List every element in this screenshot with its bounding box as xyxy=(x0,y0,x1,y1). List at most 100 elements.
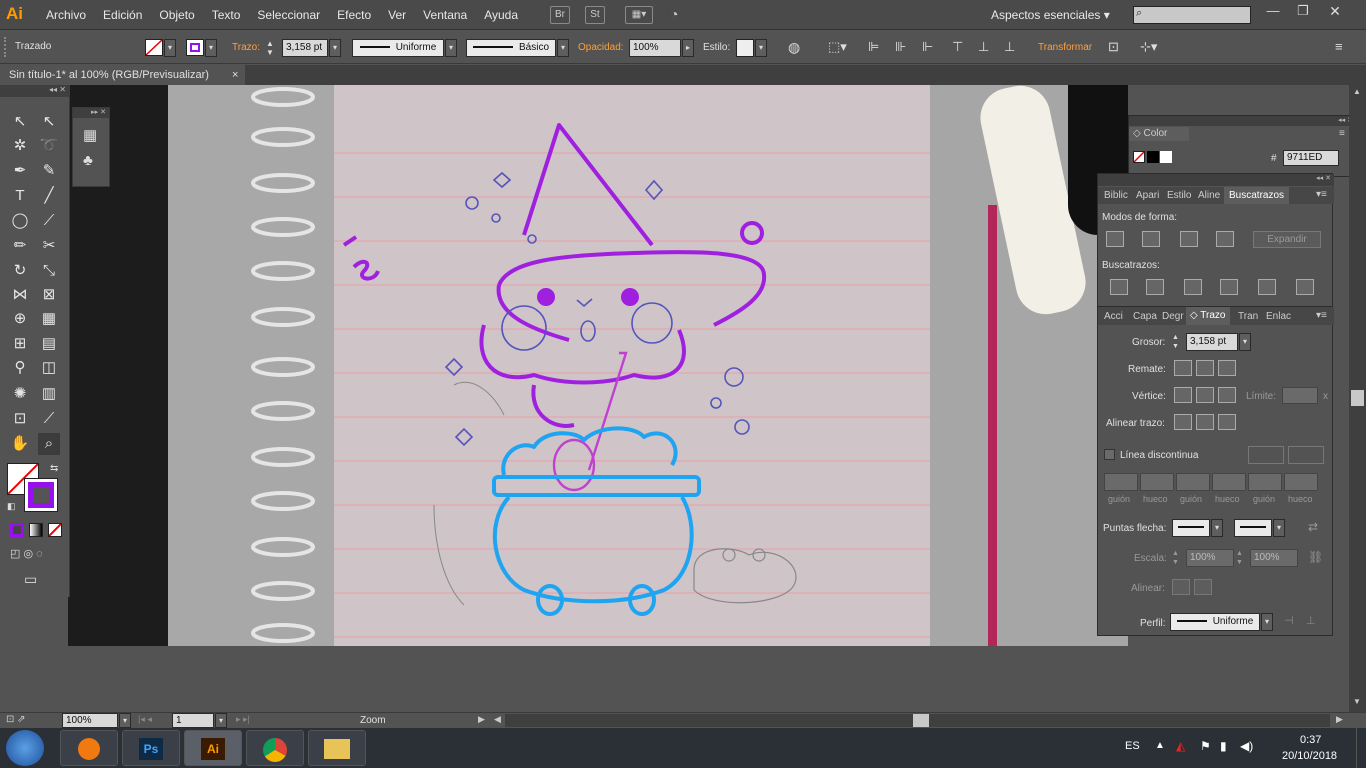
mesh-tool-icon[interactable]: ⊞ xyxy=(9,333,31,355)
end-arrowhead-select[interactable] xyxy=(1234,519,1272,537)
artboard-tool-icon[interactable]: ⊡ xyxy=(9,408,31,430)
workspace-switcher[interactable]: Aspectos esenciales ▾ xyxy=(991,8,1110,22)
tab-estilo[interactable]: Estilo xyxy=(1167,190,1191,201)
dashed-line-checkbox[interactable] xyxy=(1104,449,1115,460)
black-swatch[interactable] xyxy=(1147,151,1159,163)
vertical-scroll-thumb[interactable] xyxy=(1351,390,1364,406)
intersect-icon[interactable] xyxy=(1180,231,1198,247)
butt-cap-icon[interactable] xyxy=(1174,360,1192,376)
exclude-icon[interactable] xyxy=(1216,231,1234,247)
stroke-dropdown-icon[interactable]: ▾ xyxy=(205,39,217,57)
color-panel-tab[interactable]: ◇ Color xyxy=(1129,127,1189,141)
round-cap-icon[interactable] xyxy=(1196,360,1214,376)
pencil-tool-icon[interactable]: ✏ xyxy=(9,235,31,257)
fill-dropdown-icon[interactable]: ▾ xyxy=(164,39,176,57)
align-center-stroke-icon[interactable] xyxy=(1174,414,1192,430)
scroll-left-icon[interactable]: ◀ xyxy=(494,714,501,725)
tab-buscatrazos[interactable]: Buscatrazos xyxy=(1224,187,1290,204)
bevel-join-icon[interactable] xyxy=(1218,387,1236,403)
zoom-dropdown-icon[interactable]: ▾ xyxy=(119,713,131,728)
show-desktop-button[interactable] xyxy=(1356,728,1366,768)
stroke-stepper-icon[interactable]: ▲ ▼ xyxy=(266,39,280,57)
tab-capa[interactable]: Capa xyxy=(1133,311,1157,322)
clock-time[interactable]: 0:37 xyxy=(1300,734,1321,746)
taskbar-photoshop[interactable]: Ps xyxy=(122,730,180,766)
miter-join-icon[interactable] xyxy=(1174,387,1192,403)
pen-tool-icon[interactable]: ✒ xyxy=(9,160,31,182)
link-scale-icon[interactable]: ⛓ xyxy=(1308,550,1323,564)
white-swatch[interactable] xyxy=(1160,151,1172,163)
gap-2-field[interactable] xyxy=(1212,473,1246,491)
divide-icon[interactable] xyxy=(1110,279,1128,295)
unite-icon[interactable] xyxy=(1106,231,1124,247)
close-tab-icon[interactable]: × xyxy=(232,65,238,85)
help-search-input[interactable] xyxy=(1133,6,1251,24)
brush-dropdown-icon[interactable]: ▾ xyxy=(557,39,569,57)
align-bottom-icon[interactable]: ⊥ xyxy=(1004,39,1015,55)
align-top-icon[interactable]: ⊤ xyxy=(952,39,963,55)
flip-across-icon[interactable]: ⊥ xyxy=(1306,614,1316,627)
minus-back-icon[interactable] xyxy=(1296,279,1314,295)
color-panel-fill-icon[interactable] xyxy=(1133,151,1145,163)
taskbar-chrome[interactable] xyxy=(246,730,304,766)
gap-1-field[interactable] xyxy=(1140,473,1174,491)
eyedropper-tool-icon[interactable]: ⚲ xyxy=(9,357,31,379)
rotate-tool-icon[interactable]: ↻ xyxy=(9,260,31,282)
ellipse-tool-icon[interactable]: ◯ xyxy=(9,210,31,232)
tab-apari[interactable]: Apari xyxy=(1136,190,1159,201)
direct-selection-tool-icon[interactable]: ↖ xyxy=(38,111,60,133)
start-arrowhead-dropdown-icon[interactable]: ▾ xyxy=(1211,519,1223,537)
limit-field[interactable] xyxy=(1282,387,1318,404)
stroke-weight-field[interactable]: 3,158 pt xyxy=(282,39,328,57)
tab-acci[interactable]: Acci xyxy=(1104,311,1123,322)
isolate-icon[interactable]: ⊡ xyxy=(1108,39,1119,55)
default-colors-icon[interactable]: ◧ xyxy=(7,501,16,512)
network-icon[interactable]: ▮ xyxy=(1220,739,1227,753)
stroke-menu-icon[interactable]: ▾≡ xyxy=(1316,310,1327,321)
magic-wand-tool-icon[interactable]: ✲ xyxy=(9,135,31,157)
menu-edicion[interactable]: Edición xyxy=(103,8,142,22)
perspective-grid-tool-icon[interactable]: ▦ xyxy=(38,308,60,330)
tab-aline[interactable]: Aline xyxy=(1198,190,1220,201)
weight-dropdown-icon[interactable]: ▾ xyxy=(1239,333,1251,351)
minus-front-icon[interactable] xyxy=(1142,231,1160,247)
swap-arrowheads-icon[interactable]: ⇄ xyxy=(1308,520,1318,534)
tab-biblic[interactable]: Biblic xyxy=(1104,190,1128,201)
symbol-sprayer-tool-icon[interactable]: ✺ xyxy=(9,383,31,405)
menu-ventana[interactable]: Ventana xyxy=(423,8,467,22)
align-left-icon[interactable]: ⊫ xyxy=(868,39,879,55)
arrange-documents-icon[interactable]: ▦▾ xyxy=(625,6,653,24)
trim-icon[interactable] xyxy=(1146,279,1164,295)
close-window-button[interactable]: ✕ xyxy=(1322,3,1348,19)
menu-archivo[interactable]: Archivo xyxy=(46,8,86,22)
volume-icon[interactable]: ◀) xyxy=(1240,739,1253,753)
taskbar-explorer[interactable] xyxy=(308,730,366,766)
type-tool-icon[interactable]: T xyxy=(9,185,31,207)
style-swatch[interactable] xyxy=(736,39,754,57)
scroll-down-icon[interactable]: ▼ xyxy=(1353,697,1361,706)
align-middle-icon[interactable]: ⊥ xyxy=(978,39,989,55)
stroke-color-box[interactable] xyxy=(24,478,58,512)
gradient-tool-icon[interactable]: ▤ xyxy=(38,333,60,355)
scale-2-field[interactable]: 100% xyxy=(1250,549,1298,567)
align-inside-stroke-icon[interactable] xyxy=(1196,414,1214,430)
scissors-tool-icon[interactable]: ✂ xyxy=(38,235,60,257)
tab-tran[interactable]: Tran xyxy=(1238,311,1258,322)
brush-definition[interactable]: Básico xyxy=(466,39,556,57)
gradient-mode-icon[interactable] xyxy=(29,523,43,537)
artwork-canvas[interactable] xyxy=(68,85,1128,646)
scroll-up-icon[interactable]: ▲ xyxy=(1353,87,1361,96)
tab-degr[interactable]: Degr xyxy=(1162,311,1184,322)
curvature-tool-icon[interactable]: ✎ xyxy=(38,160,60,182)
menu-objeto[interactable]: Objeto xyxy=(159,8,194,22)
variable-width-profile[interactable]: Uniforme xyxy=(352,39,444,57)
weight-stepper-icon[interactable]: ▲ ▼ xyxy=(1172,333,1184,351)
width-tool-icon[interactable]: ⋈ xyxy=(9,284,31,306)
style-dropdown-icon[interactable]: ▾ xyxy=(755,39,767,57)
end-arrowhead-dropdown-icon[interactable]: ▾ xyxy=(1273,519,1285,537)
hand-tool-icon[interactable]: ✋ xyxy=(9,433,31,455)
drawing-modes-icon[interactable]: ◰ ◎ ◌ xyxy=(10,547,43,560)
dash-align-icon[interactable] xyxy=(1288,446,1324,464)
crop-icon[interactable] xyxy=(1220,279,1238,295)
blend-tool-icon[interactable]: ◫ xyxy=(38,357,60,379)
